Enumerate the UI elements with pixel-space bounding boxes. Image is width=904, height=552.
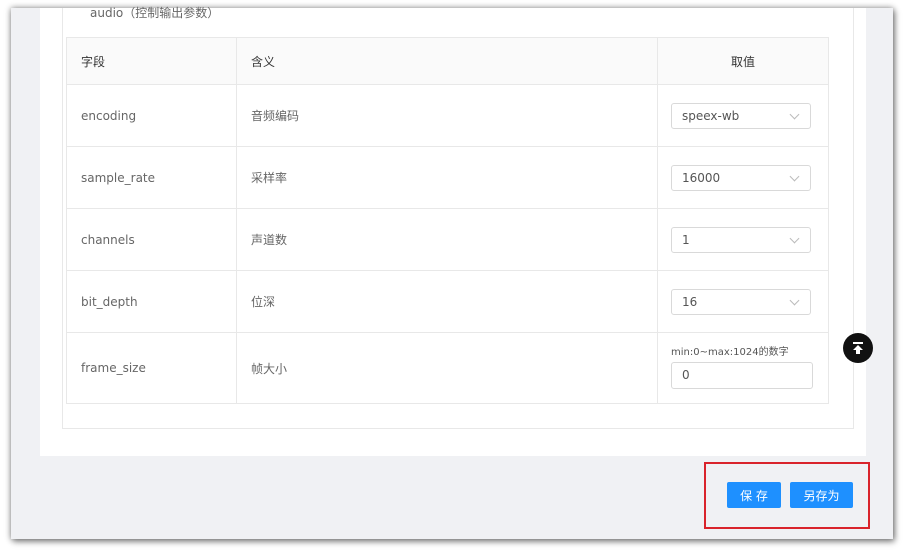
table-header-row: 字段 含义 取值 [66, 37, 829, 85]
value-cell: speex-wb [657, 84, 829, 147]
field-cell: channels [66, 208, 237, 271]
frame-size-hint: min:0~max:1024的数字 [671, 347, 789, 358]
encoding-select-value: speex-wb [682, 108, 740, 123]
table-row-encoding: encoding 音频编码 speex-wb [66, 84, 829, 147]
table-row-bit-depth: bit_depth 位深 16 [66, 270, 829, 333]
encoding-select[interactable]: speex-wb [671, 102, 811, 129]
bit-depth-select-value: 16 [682, 294, 698, 309]
table-row-channels: channels 声道数 1 [66, 208, 829, 271]
chevron-down-icon [789, 171, 800, 181]
sample-rate-select-value: 16000 [682, 170, 721, 185]
bit-depth-select[interactable]: 16 [671, 288, 811, 315]
back-to-top-button[interactable] [843, 333, 873, 363]
channels-select-value: 1 [682, 232, 690, 247]
field-cell: encoding [66, 84, 237, 147]
meaning-cell: 帧大小 [236, 332, 658, 404]
channels-select[interactable]: 1 [671, 226, 811, 253]
header-value: 取值 [657, 37, 829, 85]
meaning-cell: 音频编码 [236, 84, 658, 147]
save-button[interactable]: 保 存 [727, 482, 781, 508]
chevron-down-icon [789, 295, 800, 305]
meaning-cell: 声道数 [236, 208, 658, 271]
params-table: 字段 含义 取值 encoding 音频编码 speex-wb sample_r… [66, 37, 829, 404]
value-cell: 1 [657, 208, 829, 271]
value-cell: 16 [657, 270, 829, 333]
field-cell: frame_size [66, 332, 237, 404]
table-row-frame-size: frame_size 帧大小 min:0~max:1024的数字 0 [66, 332, 829, 404]
value-cell: 16000 [657, 146, 829, 209]
frame-size-input[interactable]: 0 [671, 362, 813, 389]
meaning-cell: 采样率 [236, 146, 658, 209]
value-cell: min:0~max:1024的数字 0 [657, 332, 829, 404]
meaning-cell: 位深 [236, 270, 658, 333]
table-row-sample-rate: sample_rate 采样率 16000 [66, 146, 829, 209]
header-field: 字段 [66, 37, 237, 85]
chevron-down-icon [789, 109, 800, 119]
field-cell: sample_rate [66, 146, 237, 209]
save-as-button[interactable]: 另存为 [790, 482, 853, 508]
section-title: audio（控制输出参数） [90, 6, 220, 20]
sample-rate-select[interactable]: 16000 [671, 164, 811, 191]
header-meaning: 含义 [236, 37, 658, 85]
arrow-up-to-line-icon [853, 342, 863, 354]
chevron-down-icon [789, 233, 800, 243]
field-cell: bit_depth [66, 270, 237, 333]
